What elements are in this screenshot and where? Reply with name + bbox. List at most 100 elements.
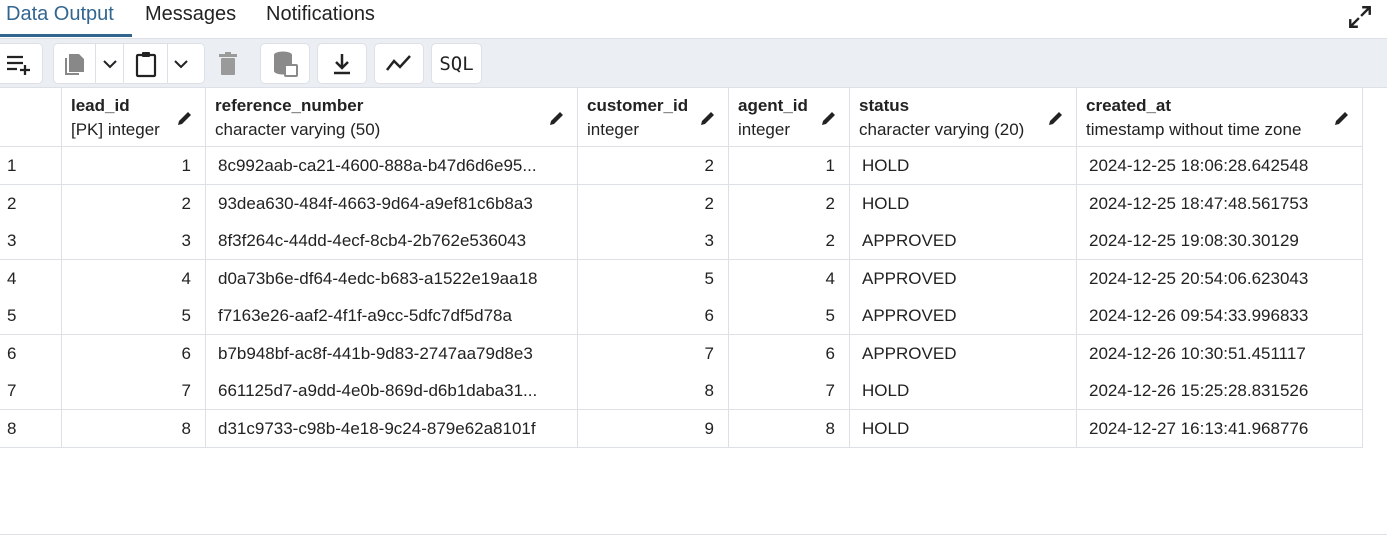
cell-customer-id[interactable]: 3 bbox=[578, 222, 729, 260]
column-name: reference_number bbox=[215, 96, 364, 115]
cell-customer-id[interactable]: 2 bbox=[578, 147, 729, 185]
download-icon bbox=[334, 53, 350, 74]
column-header-lead-id[interactable]: lead_id [PK] integer bbox=[62, 88, 206, 147]
column-name: status bbox=[859, 96, 910, 115]
column-header-status[interactable]: status character varying (20) bbox=[850, 88, 1077, 147]
edit-pencil-icon[interactable] bbox=[1332, 108, 1352, 128]
cell-reference-number[interactable]: b7b948bf-ac8f-441b-9d83-2747aa79d8e3 bbox=[206, 334, 578, 373]
trash-icon bbox=[219, 51, 237, 75]
cell-created-at[interactable]: 2024-12-25 20:54:06.623043 bbox=[1077, 259, 1363, 298]
row-number[interactable]: 5 bbox=[0, 297, 62, 335]
edit-pencil-icon[interactable] bbox=[1046, 108, 1066, 128]
cell-lead-id[interactable]: 5 bbox=[62, 297, 206, 335]
tab-notifications[interactable]: Notifications bbox=[266, 3, 375, 26]
cell-reference-number[interactable]: 8f3f264c-44dd-4ecf-8cb4-2b762e536043 bbox=[206, 222, 578, 260]
cell-lead-id[interactable]: 3 bbox=[62, 222, 206, 260]
column-name: agent_id bbox=[738, 96, 808, 115]
row-number[interactable]: 6 bbox=[0, 334, 62, 373]
row-number[interactable]: 3 bbox=[0, 222, 62, 260]
cell-created-at[interactable]: 2024-12-26 09:54:33.996833 bbox=[1077, 297, 1363, 335]
download-button[interactable] bbox=[317, 43, 367, 84]
cell-lead-id[interactable]: 1 bbox=[62, 147, 206, 185]
column-header-reference-number[interactable]: reference_number character varying (50) bbox=[206, 88, 578, 147]
expand-icon[interactable] bbox=[1347, 4, 1373, 30]
column-type: integer bbox=[738, 120, 790, 139]
column-header-created-at[interactable]: created_at timestamp without time zone bbox=[1077, 88, 1363, 147]
tab-data-output[interactable]: Data Output bbox=[6, 3, 114, 26]
cell-customer-id[interactable]: 8 bbox=[578, 372, 729, 410]
cell-agent-id[interactable]: 4 bbox=[729, 259, 850, 298]
column-type: character varying (20) bbox=[859, 120, 1025, 139]
cell-created-at[interactable]: 2024-12-26 10:30:51.451117 bbox=[1077, 334, 1363, 373]
add-row-button[interactable] bbox=[0, 43, 43, 84]
delete-button[interactable] bbox=[205, 43, 251, 84]
column-name: lead_id bbox=[71, 96, 130, 115]
cell-lead-id[interactable]: 4 bbox=[62, 259, 206, 298]
cell-customer-id[interactable]: 6 bbox=[578, 297, 729, 335]
cell-reference-number[interactable]: 93dea630-484f-4663-9d64-a9ef81c6b8a3 bbox=[206, 184, 578, 223]
sql-button[interactable]: SQL bbox=[431, 43, 482, 84]
cell-customer-id[interactable]: 9 bbox=[578, 409, 729, 448]
edit-pencil-icon[interactable] bbox=[547, 108, 567, 128]
cell-agent-id[interactable]: 2 bbox=[729, 184, 850, 223]
cell-status[interactable]: APPROVED bbox=[850, 259, 1077, 298]
edit-pencil-icon[interactable] bbox=[698, 108, 718, 128]
sql-icon: SQL bbox=[439, 52, 474, 75]
column-header-customer-id[interactable]: customer_id integer bbox=[578, 88, 729, 147]
cell-reference-number[interactable]: d31c9733-c98b-4e18-9c24-879e62a8101f bbox=[206, 409, 578, 448]
cell-agent-id[interactable]: 6 bbox=[729, 334, 850, 373]
copy-options-dropdown[interactable] bbox=[96, 44, 124, 83]
cell-status[interactable]: HOLD bbox=[850, 184, 1077, 223]
cell-customer-id[interactable]: 5 bbox=[578, 259, 729, 298]
paste-options-dropdown[interactable] bbox=[168, 44, 194, 83]
column-name: customer_id bbox=[587, 96, 689, 115]
cell-lead-id[interactable]: 2 bbox=[62, 184, 206, 223]
cell-status[interactable]: APPROVED bbox=[850, 297, 1077, 335]
cell-status[interactable]: HOLD bbox=[850, 147, 1077, 185]
row-number-header[interactable] bbox=[0, 88, 62, 147]
cell-created-at[interactable]: 2024-12-27 16:13:41.968776 bbox=[1077, 409, 1363, 448]
row-number[interactable]: 8 bbox=[0, 409, 62, 448]
cell-customer-id[interactable]: 2 bbox=[578, 184, 729, 223]
row-number[interactable]: 2 bbox=[0, 184, 62, 223]
cell-lead-id[interactable]: 8 bbox=[62, 409, 206, 448]
tab-messages[interactable]: Messages bbox=[145, 3, 236, 26]
edit-pencil-icon[interactable] bbox=[175, 108, 195, 128]
cell-agent-id[interactable]: 2 bbox=[729, 222, 850, 260]
cell-status[interactable]: HOLD bbox=[850, 372, 1077, 410]
save-data-button[interactable] bbox=[260, 43, 310, 84]
row-number[interactable]: 1 bbox=[0, 147, 62, 185]
cell-created-at[interactable]: 2024-12-26 15:25:28.831526 bbox=[1077, 372, 1363, 410]
chevron-down-icon bbox=[102, 59, 117, 68]
cell-created-at[interactable]: 2024-12-25 19:08:30.30129 bbox=[1077, 222, 1363, 260]
panel-bottom-border bbox=[0, 534, 1387, 535]
column-type: timestamp without time zone bbox=[1086, 120, 1302, 139]
cell-lead-id[interactable]: 7 bbox=[62, 372, 206, 410]
cell-created-at[interactable]: 2024-12-25 18:06:28.642548 bbox=[1077, 147, 1363, 185]
database-save-icon bbox=[274, 51, 298, 77]
cell-created-at[interactable]: 2024-12-25 18:47:48.561753 bbox=[1077, 184, 1363, 223]
paste-button[interactable] bbox=[124, 44, 168, 83]
cell-reference-number[interactable]: d0a73b6e-df64-4edc-b683-a1522e19aa18 bbox=[206, 259, 578, 298]
row-number[interactable]: 7 bbox=[0, 372, 62, 410]
cell-status[interactable]: APPROVED bbox=[850, 334, 1077, 373]
cell-reference-number[interactable]: f7163e26-aaf2-4f1f-a9cc-5dfc7df5d78a bbox=[206, 297, 578, 335]
column-name: created_at bbox=[1086, 96, 1172, 115]
chevron-down-icon bbox=[174, 59, 188, 68]
cell-agent-id[interactable]: 8 bbox=[729, 409, 850, 448]
cell-agent-id[interactable]: 5 bbox=[729, 297, 850, 335]
cell-agent-id[interactable]: 1 bbox=[729, 147, 850, 185]
cell-agent-id[interactable]: 7 bbox=[729, 372, 850, 410]
edit-pencil-icon[interactable] bbox=[819, 108, 839, 128]
cell-status[interactable]: HOLD bbox=[850, 409, 1077, 448]
graph-visualiser-button[interactable] bbox=[374, 43, 424, 84]
column-type: character varying (50) bbox=[215, 120, 381, 139]
cell-reference-number[interactable]: 8c992aab-ca21-4600-888a-b47d6d6e95... bbox=[206, 147, 578, 185]
copy-button[interactable] bbox=[54, 44, 96, 83]
cell-status[interactable]: APPROVED bbox=[850, 222, 1077, 260]
cell-lead-id[interactable]: 6 bbox=[62, 334, 206, 373]
cell-reference-number[interactable]: 661125d7-a9dd-4e0b-869d-d6b1daba31... bbox=[206, 372, 578, 410]
row-number[interactable]: 4 bbox=[0, 259, 62, 298]
column-header-agent-id[interactable]: agent_id integer bbox=[729, 88, 850, 147]
cell-customer-id[interactable]: 7 bbox=[578, 334, 729, 373]
